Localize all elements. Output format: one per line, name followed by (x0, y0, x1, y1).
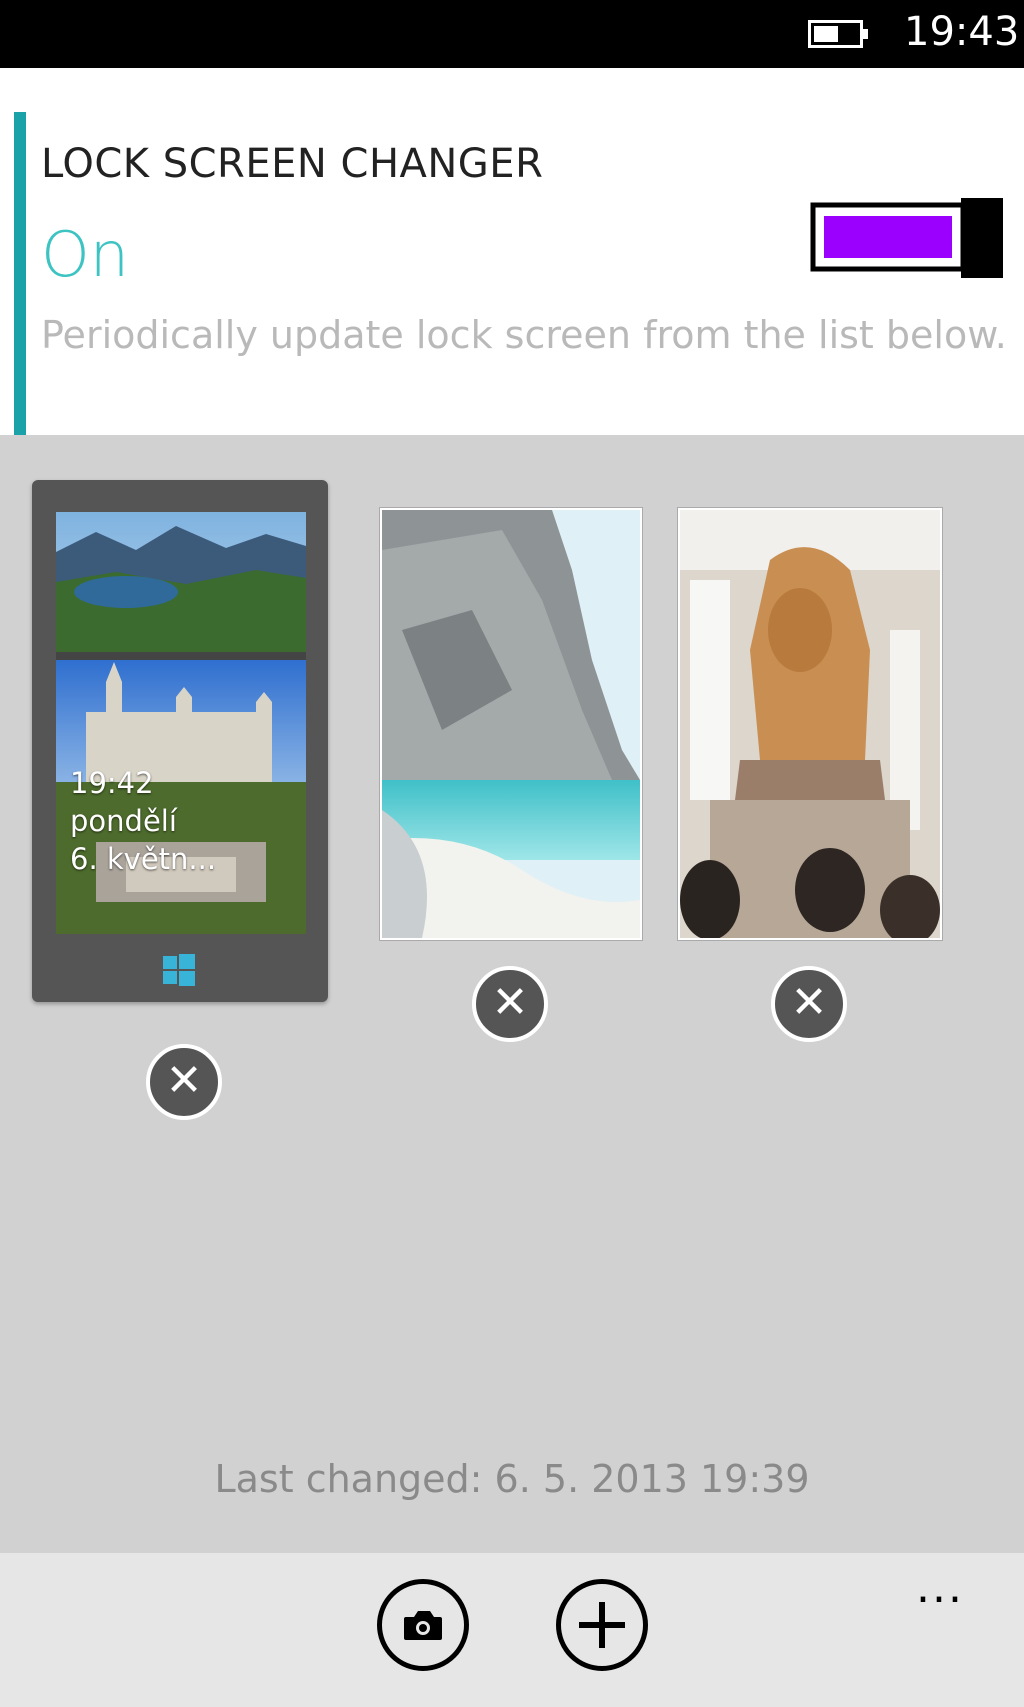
lockscreen-image-2[interactable] (380, 508, 642, 940)
statue-photo (680, 510, 940, 938)
windows-logo-icon (163, 954, 195, 986)
app-title: LOCK SCREEN CHANGER (41, 141, 544, 187)
lock-preview-time: 19:42 (70, 766, 154, 800)
camera-button[interactable] (377, 1579, 469, 1671)
accent-bar (14, 112, 26, 457)
lockscreen-image-3[interactable] (678, 508, 942, 940)
cliff-photo (382, 510, 640, 938)
toggle-state-label: On (41, 218, 130, 291)
add-button[interactable] (556, 1579, 648, 1671)
description-text: Periodically update lock screen from the… (41, 313, 1007, 357)
lock-preview-date: 6. květn... (70, 842, 217, 876)
lockscreen-image-1[interactable]: 19:42 pondělí 6. květn... (56, 512, 306, 934)
status-time: 19:43 (904, 9, 1020, 55)
remove-image-1-button[interactable]: ✕ (146, 1044, 222, 1120)
last-changed-text: Last changed: 6. 5. 2013 19:39 (214, 1457, 810, 1501)
battery-icon (808, 20, 868, 48)
camera-icon (404, 1611, 442, 1640)
lock-preview-text: 19:42 pondělí 6. květn... (70, 764, 216, 878)
lock-preview-day: pondělí (70, 804, 177, 838)
plus-icon-bar (579, 1622, 625, 1628)
more-options-button[interactable]: ... (916, 1566, 964, 1610)
remove-image-3-button[interactable]: ✕ (771, 966, 847, 1042)
app-bar: ... (0, 1553, 1024, 1707)
status-bar: 19:43 (0, 0, 1024, 68)
remove-image-2-button[interactable]: ✕ (472, 966, 548, 1042)
toggle-switch[interactable] (810, 198, 1003, 278)
